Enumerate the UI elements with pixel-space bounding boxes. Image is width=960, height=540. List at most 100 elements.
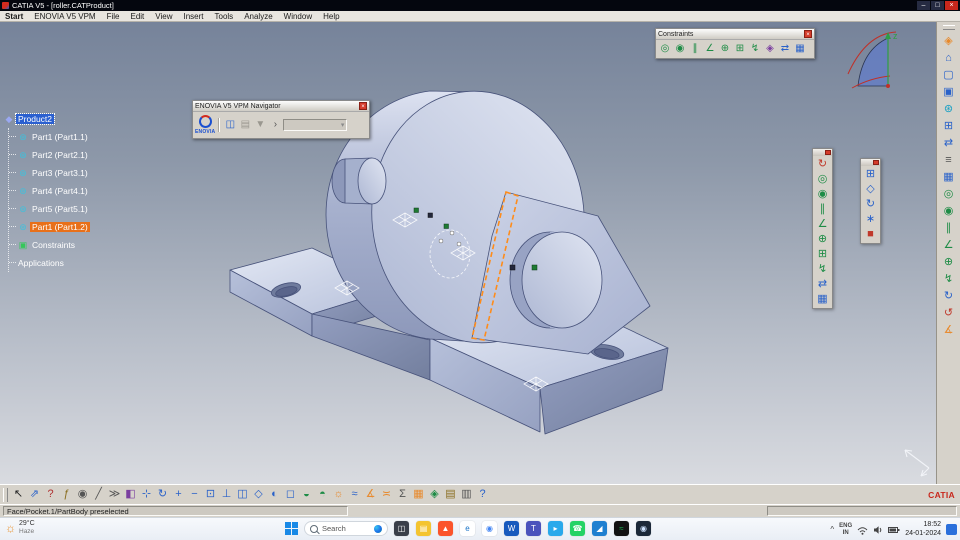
enovia-workspace-combo[interactable]: ▾ <box>283 119 348 131</box>
toolbar-grip[interactable] <box>3 487 8 502</box>
fix-component-icon[interactable]: ⊕ <box>940 255 958 270</box>
catalog-browser-icon[interactable]: ▤ <box>443 487 458 503</box>
strip-titlebar[interactable] <box>861 159 880 166</box>
compass[interactable]: z <box>840 26 904 102</box>
reuse-pattern-icon[interactable]: ▦ <box>793 42 807 56</box>
fix-together-constraint-icon[interactable]: ⊞ <box>733 42 747 56</box>
menu-file[interactable]: File <box>107 12 120 21</box>
measure-icon[interactable]: ∡ <box>940 323 958 338</box>
normal-view-icon[interactable]: ⊥ <box>219 487 234 503</box>
file-explorer-icon[interactable]: ▤ <box>416 521 431 536</box>
weather-widget[interactable]: 29°C Haze <box>19 520 35 536</box>
close-icon[interactable] <box>873 160 879 165</box>
maximize-button[interactable]: □ <box>931 1 944 10</box>
macros-icon[interactable]: ≫ <box>107 487 122 503</box>
menu-tools[interactable]: Tools <box>215 12 234 21</box>
shading-icon[interactable]: ◐ <box>267 487 282 503</box>
spotify-app-icon[interactable]: ≈ <box>614 521 629 536</box>
start-button[interactable] <box>285 522 298 535</box>
help-icon[interactable]: ? <box>43 487 58 503</box>
new-product-icon[interactable]: ▣ <box>940 85 958 100</box>
menu-insert[interactable]: Insert <box>183 12 203 21</box>
tree-item-part5-1[interactable]: ⊛ Part5 (Part5.1) <box>9 200 90 218</box>
pan-icon[interactable]: ⊹ <box>139 487 154 503</box>
enovia-toolbar-titlebar[interactable]: ENOVIA V5 VPM Navigator × <box>193 101 369 112</box>
menu-enovia-v5-vpm[interactable]: ENOVIA V5 VPM <box>34 12 95 21</box>
anchor-constraint-icon[interactable]: ⊕ <box>815 232 830 247</box>
snap-icon[interactable]: ◇ <box>863 182 878 197</box>
tree-item-part2-1[interactable]: ⊛ Part2 (Part2.1) <box>9 146 90 164</box>
teams-app-icon[interactable]: T <box>526 521 541 536</box>
replace-component-icon[interactable]: ⇄ <box>940 136 958 151</box>
weather-icon[interactable]: ☼ <box>5 522 16 534</box>
fix-constraint-icon[interactable]: ⊕ <box>718 42 732 56</box>
zoom-out-icon[interactable]: − <box>187 487 202 503</box>
swap-visible-space-icon[interactable]: ◓ <box>315 487 330 503</box>
grid-icon[interactable]: ▦ <box>411 487 426 503</box>
graph-tree-reordering-icon[interactable]: ≡ <box>940 153 958 168</box>
power-input-field[interactable] <box>767 506 957 516</box>
angle-constraint-icon[interactable]: ∠ <box>815 217 830 232</box>
close-icon[interactable]: × <box>804 30 812 38</box>
assembly-workbench-icon[interactable]: ◈ <box>940 34 958 49</box>
image-capture-icon[interactable]: ◉ <box>75 487 90 503</box>
tree-root-row[interactable]: ◆ Product2 <box>2 110 90 128</box>
hide-show-icon[interactable]: ◒ <box>299 487 314 503</box>
contact-constraint-icon[interactable]: ◉ <box>673 42 687 56</box>
word-app-icon[interactable]: W <box>504 521 519 536</box>
sketch-tracer-icon[interactable]: ╱ <box>91 487 106 503</box>
whatsapp-app-icon[interactable]: ☎ <box>570 521 585 536</box>
menu-view[interactable]: View <box>155 12 172 21</box>
close-icon[interactable]: × <box>359 102 367 110</box>
tree-item-part4-1[interactable]: ⊛ Part4 (Part4.1) <box>9 182 90 200</box>
smart-move-icon[interactable]: ↻ <box>863 197 878 212</box>
menu-analyze[interactable]: Analyze <box>244 12 272 21</box>
menu-help[interactable]: Help <box>323 12 339 21</box>
reuse-pattern-icon[interactable]: ▦ <box>815 292 830 307</box>
smart-move-icon[interactable]: ↻ <box>940 289 958 304</box>
select-arrow-icon[interactable]: ↖ <box>11 487 26 503</box>
knowledge-icon[interactable]: ◈ <box>427 487 442 503</box>
paste-special-icon[interactable]: ▥ <box>459 487 474 503</box>
open-from-enovia-icon[interactable]: ▤ <box>238 118 252 132</box>
rotate-view-icon[interactable]: ↻ <box>155 487 170 503</box>
apply-material-icon[interactable]: ◧ <box>123 487 138 503</box>
contact-constraint-icon[interactable]: ◉ <box>940 204 958 219</box>
measure-between-icon[interactable]: ∡ <box>363 487 378 503</box>
menu-window[interactable]: Window <box>284 12 312 21</box>
what-is-this-icon[interactable]: ? <box>475 487 490 503</box>
existing-component-icon[interactable]: ⊞ <box>940 119 958 134</box>
explode-icon[interactable]: ∗ <box>863 212 878 227</box>
angle-constraint-icon[interactable]: ∠ <box>940 238 958 253</box>
connect-to-enovia-icon[interactable]: ◫ <box>223 118 237 132</box>
notifications-icon[interactable] <box>946 524 957 535</box>
change-constraint-icon[interactable]: ⇄ <box>815 277 830 292</box>
offset-constraint-icon[interactable]: ∥ <box>940 221 958 236</box>
contact-constraint-icon[interactable]: ◉ <box>815 187 830 202</box>
multi-view-icon[interactable]: ◫ <box>235 487 250 503</box>
fly-mode-icon[interactable]: ⇗ <box>27 487 42 503</box>
tray-overflow-icon[interactable]: ^ <box>830 525 834 534</box>
minimize-button[interactable]: – <box>917 1 930 10</box>
fix-together-icon[interactable]: ⊞ <box>815 247 830 262</box>
measure-item-icon[interactable]: ≍ <box>379 487 394 503</box>
close-icon[interactable] <box>825 150 831 155</box>
save-in-enovia-icon[interactable]: ▼ <box>253 118 267 132</box>
vscode-app-icon[interactable]: ◢ <box>592 521 607 536</box>
update-assembly-icon[interactable]: ↻ <box>815 157 830 172</box>
offset-constraint-icon[interactable]: ∥ <box>688 42 702 56</box>
language-indicator[interactable]: ENG IN <box>839 523 852 536</box>
coincidence-constraint-icon[interactable]: ◎ <box>815 172 830 187</box>
angle-constraint-icon[interactable]: ∠ <box>703 42 717 56</box>
toolbar-grip[interactable] <box>942 25 955 30</box>
manipulation-icon[interactable]: ⊞ <box>863 167 878 182</box>
tree-item-constraints[interactable]: ▣ Constraints <box>9 236 90 254</box>
clock-widget[interactable]: 18:52 24-01-2024 <box>905 521 941 538</box>
tree-item-part1-2[interactable]: ⊛ Part1 (Part1.2) <box>9 218 90 236</box>
taskbar-search[interactable]: Search <box>304 521 388 536</box>
telegram-app-icon[interactable]: ▸ <box>548 521 563 536</box>
menu-edit[interactable]: Edit <box>130 12 144 21</box>
tree-item-applications[interactable]: Applications <box>9 254 90 272</box>
battery-icon[interactable] <box>888 525 900 535</box>
wireframe-icon[interactable]: ◻ <box>283 487 298 503</box>
